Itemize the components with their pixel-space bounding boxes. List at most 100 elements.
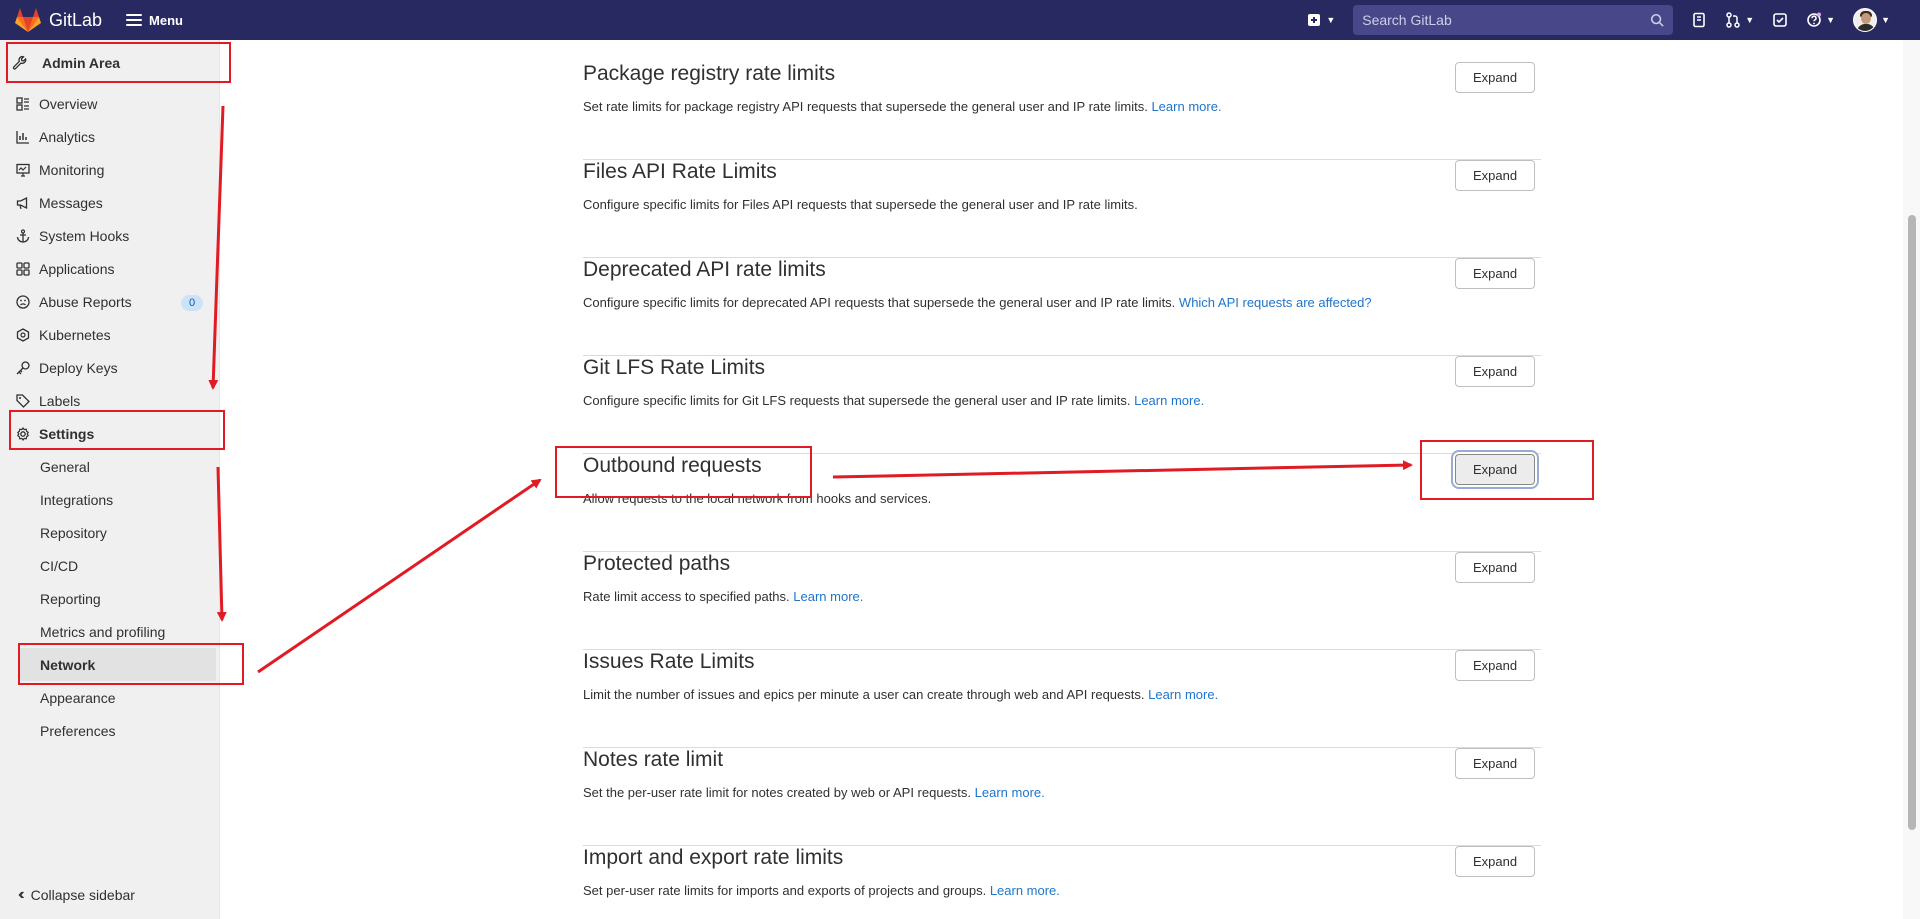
section-description-text: Configure specific limits for Git LFS re… xyxy=(583,393,1131,408)
section-title: Git LFS Rate Limits xyxy=(583,356,766,379)
section-description: Configure specific limits for Files API … xyxy=(583,197,1138,212)
chevron-down-icon: ▼ xyxy=(1881,15,1890,25)
sidebar-item-messages[interactable]: Messages xyxy=(16,192,103,214)
new-dropdown[interactable]: ▼ xyxy=(1306,12,1335,28)
section-description-text: Set per-user rate limits for imports and… xyxy=(583,883,987,898)
sidebar-item-system-hooks[interactable]: System Hooks xyxy=(16,225,129,247)
todo-check-icon xyxy=(1773,13,1787,27)
expand-button[interactable]: Expand xyxy=(1455,846,1535,877)
annotation-box-admin-area xyxy=(6,42,231,83)
menu-button[interactable]: Menu xyxy=(126,13,183,28)
settings-subitem-appearance[interactable]: Appearance xyxy=(40,687,116,709)
section-description-text: Set the per-user rate limit for notes cr… xyxy=(583,785,972,800)
settings-subitem-integrations[interactable]: Integrations xyxy=(40,489,113,511)
settings-subitem-repository[interactable]: Repository xyxy=(40,522,107,544)
section-package-registry-rate-limits: Package registry rate limits Set rate li… xyxy=(583,62,1541,160)
section-title: Issues Rate Limits xyxy=(583,650,755,673)
merge-requests-dropdown[interactable]: ▼ xyxy=(1725,12,1754,28)
search-icon xyxy=(1651,13,1664,27)
learn-more-link[interactable]: Learn more. xyxy=(975,785,1045,800)
todos-button[interactable] xyxy=(1772,12,1788,28)
plus-square-icon xyxy=(1308,14,1321,26)
abuse-reports-count-badge: 0 xyxy=(181,295,203,311)
settings-subitem-cicd[interactable]: CI/CD xyxy=(40,555,78,577)
sidebar-item-label: Analytics xyxy=(39,129,96,145)
section-description: Limit the number of issues and epics per… xyxy=(583,687,1218,702)
settings-subitem-metrics-and-profiling[interactable]: Metrics and profiling xyxy=(40,621,165,643)
menu-label: Menu xyxy=(149,12,183,28)
annotation-box-settings xyxy=(9,410,225,450)
search-input[interactable] xyxy=(1362,12,1651,28)
scrollbar-thumb[interactable] xyxy=(1908,215,1916,830)
issues-button[interactable] xyxy=(1691,12,1707,28)
section-description-text: Configure specific limits for deprecated… xyxy=(583,295,1176,310)
sidebar-item-analytics[interactable]: Analytics xyxy=(16,126,95,148)
section-title: Files API Rate Limits xyxy=(583,160,777,183)
app-name: GitLab xyxy=(49,9,103,30)
expand-button[interactable]: Expand xyxy=(1455,650,1535,681)
section-title: Import and export rate limits xyxy=(583,846,844,869)
monitoring-icon xyxy=(16,163,30,177)
label-tag-icon xyxy=(16,394,30,408)
overview-icon xyxy=(16,97,29,111)
sidebar-item-label: Monitoring xyxy=(39,162,105,178)
search-box[interactable] xyxy=(1353,5,1674,35)
section-title: Deprecated API rate limits xyxy=(583,258,826,281)
sidebar-item-label: Messages xyxy=(39,195,103,211)
chevron-down-icon: ▼ xyxy=(1826,15,1836,25)
sidebar-item-label: Abuse Reports xyxy=(39,294,132,310)
expand-button[interactable]: Expand xyxy=(1455,160,1535,191)
expand-button[interactable]: Expand xyxy=(1455,62,1535,93)
sidebar-item-labels[interactable]: Labels xyxy=(16,390,80,412)
annotation-box-network xyxy=(18,643,244,685)
section-description-text: Rate limit access to specified paths. xyxy=(583,589,790,604)
sidebar-item-label: Overview xyxy=(39,96,98,112)
chevron-down-icon: ▼ xyxy=(1326,15,1336,25)
section-title: Protected paths xyxy=(583,552,731,575)
section-issues-rate-limits: Issues Rate Limits Limit the number of i… xyxy=(583,650,1541,748)
expand-button[interactable]: Expand xyxy=(1455,356,1535,387)
sidebar-item-label: Applications xyxy=(39,261,115,277)
section-description-text: Set rate limits for package registry API… xyxy=(583,99,1148,114)
which-api-requests-link[interactable]: Which API requests are affected? xyxy=(1179,295,1372,310)
annotation-box-expand-button xyxy=(1420,440,1594,500)
hamburger-icon xyxy=(126,14,143,26)
learn-more-link[interactable]: Learn more. xyxy=(1148,687,1218,702)
learn-more-link[interactable]: Learn more. xyxy=(990,883,1060,898)
section-import-export-rate-limits: Import and export rate limits Set per-us… xyxy=(583,846,1541,919)
section-description-text: Configure specific limits for Files API … xyxy=(583,197,1138,212)
section-description: Set per-user rate limits for imports and… xyxy=(583,883,1060,898)
settings-subitem-reporting[interactable]: Reporting xyxy=(40,588,101,610)
collapse-sidebar-button[interactable]: ‹‹ Collapse sidebar xyxy=(18,886,135,904)
help-dropdown[interactable]: ▼ xyxy=(1806,12,1835,28)
sidebar-item-label: Labels xyxy=(39,393,81,409)
expand-button[interactable]: Expand xyxy=(1455,552,1535,583)
section-description: Configure specific limits for deprecated… xyxy=(583,295,1372,310)
learn-more-link[interactable]: Learn more. xyxy=(1134,393,1204,408)
sidebar-item-label: Kubernetes xyxy=(39,327,111,343)
avatar xyxy=(1853,8,1878,32)
user-menu[interactable]: ▼ xyxy=(1853,8,1890,32)
sidebar-item-deploy-keys[interactable]: Deploy Keys xyxy=(16,357,118,379)
gitlab-logo[interactable]: GitLab xyxy=(14,7,102,33)
expand-button[interactable]: Expand xyxy=(1455,258,1535,289)
sidebar-item-abuse-reports[interactable]: Abuse Reports xyxy=(16,291,132,313)
section-description: Configure specific limits for Git LFS re… xyxy=(583,393,1204,408)
section-git-lfs-rate-limits: Git LFS Rate Limits Configure specific l… xyxy=(583,356,1541,454)
merge-request-icon xyxy=(1726,12,1740,28)
section-deprecated-api-rate-limits: Deprecated API rate limits Configure spe… xyxy=(583,258,1541,356)
applications-icon xyxy=(16,262,30,276)
help-icon xyxy=(1807,12,1822,27)
sidebar-item-kubernetes[interactable]: Kubernetes xyxy=(16,324,111,346)
section-title: Notes rate limit xyxy=(583,748,724,771)
settings-subitem-preferences[interactable]: Preferences xyxy=(40,720,115,742)
expand-button[interactable]: Expand xyxy=(1455,748,1535,779)
sidebar-item-overview[interactable]: Overview xyxy=(16,93,97,115)
learn-more-link[interactable]: Learn more. xyxy=(1151,99,1221,114)
settings-subitem-general[interactable]: General xyxy=(40,456,90,478)
abuse-reports-icon xyxy=(16,295,30,309)
sidebar-item-monitoring[interactable]: Monitoring xyxy=(16,159,104,181)
learn-more-link[interactable]: Learn more. xyxy=(793,589,863,604)
sidebar-item-applications[interactable]: Applications xyxy=(16,258,115,280)
section-notes-rate-limit: Notes rate limit Set the per-user rate l… xyxy=(583,748,1541,846)
